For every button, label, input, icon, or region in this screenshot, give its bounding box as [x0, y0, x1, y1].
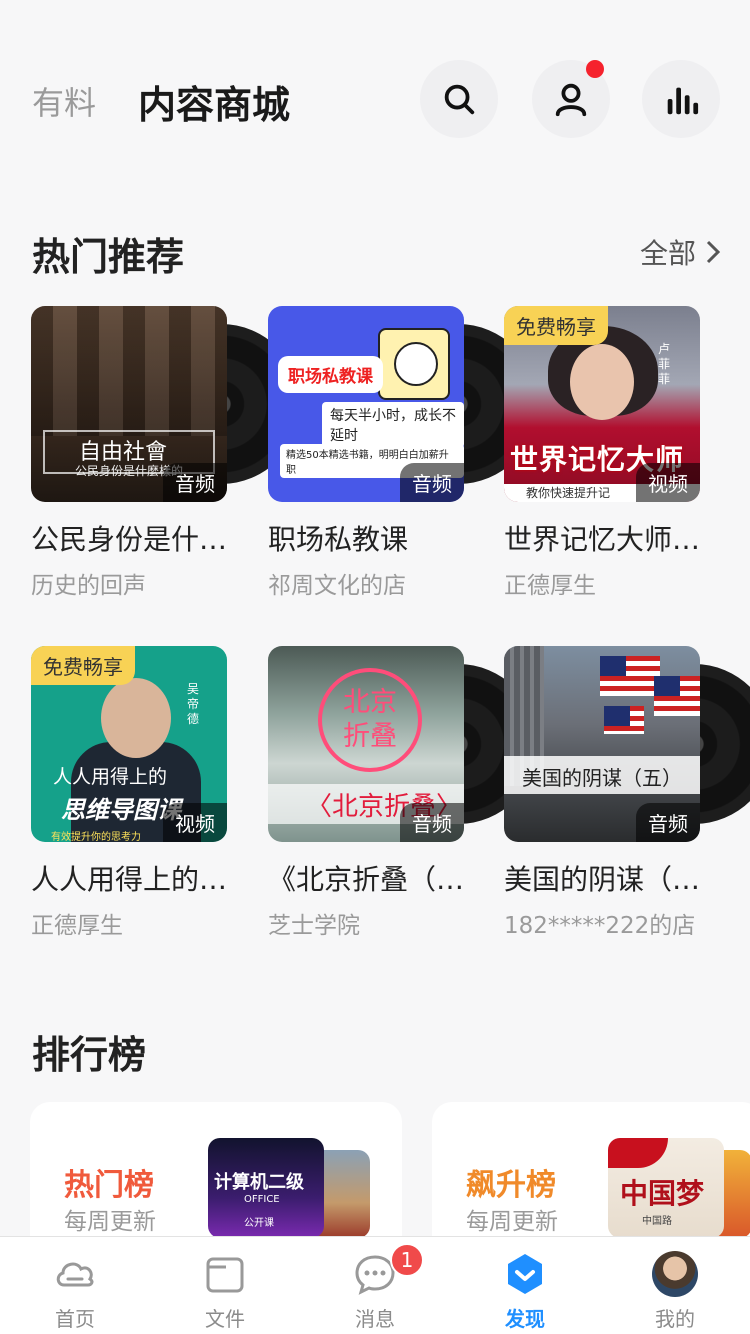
content-card[interactable]: 职场私教课 每天半小时，成长不延时 精选50本精选书籍，明明白白加薪升职 音频 … [268, 306, 538, 600]
chevron-right-icon [706, 240, 721, 264]
content-card[interactable]: 北京折叠 〈北京折叠〉 音频 《北京折叠（… 芝士学院 [268, 646, 538, 940]
content-card[interactable]: 吴帝德 人人用得上的 思维导图课 有效提升你的思考力 免费畅享 视频 人人用得上… [31, 646, 231, 940]
media-type-badge: 音频 [163, 463, 227, 502]
discover-icon [508, 1254, 542, 1294]
media-type-badge: 音频 [400, 463, 464, 502]
cover-image: 吴帝德 人人用得上的 思维导图课 有效提升你的思考力 免费畅享 视频 [31, 646, 227, 842]
bar-chart-icon [667, 87, 699, 115]
section-title-rank: 排行榜 [32, 1033, 147, 1077]
content-card[interactable]: 自由社會 公民身份是什麼樣的 音频 公民身份是什… 历史的回声 [31, 306, 301, 600]
see-all-label: 全部 [639, 237, 696, 270]
rank-subtitle: 每周更新 [64, 1209, 156, 1235]
media-type-badge: 音频 [400, 803, 464, 842]
ranking-button[interactable] [642, 60, 720, 138]
card-title: 人人用得上的… [31, 863, 228, 896]
tab-content-mall[interactable]: 内容商城 [138, 74, 290, 129]
top-header: 有料 内容商城 [0, 60, 750, 144]
card-title: 职场私教课 [268, 523, 409, 556]
tab-youliao[interactable]: 有料 [32, 78, 96, 124]
card-shop: 历史的回声 [31, 573, 146, 599]
card-title: 《北京折叠（… [268, 863, 465, 896]
media-type-badge: 视频 [163, 803, 227, 842]
nav-item-files[interactable]: 文件 [150, 1237, 300, 1334]
cover-image: 美国的阴谋（五） 音频 [504, 646, 700, 842]
rank-title: 热门榜 [64, 1168, 154, 1203]
card-title: 美国的阴谋（… [504, 863, 701, 896]
bottom-nav: 首页 文件 1 消息 发现 我的 [0, 1236, 750, 1334]
cover-image: 职场私教课 每天半小时，成长不延时 精选50本精选书籍，明明白白加薪升职 音频 [268, 306, 464, 502]
cloud-icon [56, 1262, 94, 1287]
see-all-link[interactable]: 全部 [640, 232, 722, 272]
nav-item-home[interactable]: 首页 [0, 1237, 150, 1334]
cover-image: 北京折叠 〈北京折叠〉 音频 [268, 646, 464, 842]
avatar [652, 1251, 698, 1297]
cover-image: 自由社會 公民身份是什麼樣的 音频 [31, 306, 227, 502]
content-card[interactable]: 卢菲菲 世界记忆大师 教你快速提升记 免费畅享 视频 世界记忆大师… 正德厚生 [504, 306, 704, 600]
media-type-badge: 音频 [636, 803, 700, 842]
free-badge: 免费畅享 [504, 306, 608, 345]
cover-image: 卢菲菲 世界记忆大师 教你快速提升记 免费畅享 视频 [504, 306, 700, 502]
section-title-hot: 热门推荐 [32, 235, 185, 279]
search-icon [444, 84, 475, 115]
nav-item-messages[interactable]: 1 消息 [300, 1237, 450, 1334]
folder-icon [206, 1257, 244, 1293]
free-badge: 免费畅享 [31, 646, 135, 685]
notification-dot [586, 60, 604, 78]
rank-cover-front: 计算机二级 OFFICE 公开课 [208, 1138, 324, 1238]
card-shop: 182*****222的店 [504, 913, 696, 939]
content-card[interactable]: 美国的阴谋（五） 音频 美国的阴谋（… 182*****222的店 [504, 646, 750, 940]
card-title: 世界记忆大师… [504, 523, 701, 556]
media-type-badge: 视频 [636, 463, 700, 502]
unread-badge: 1 [390, 1243, 424, 1277]
card-title: 公民身份是什… [31, 523, 228, 556]
card-shop: 正德厚生 [504, 573, 596, 599]
user-icon [555, 83, 587, 117]
card-shop: 祁周文化的店 [268, 573, 406, 599]
rank-subtitle: 每周更新 [466, 1209, 558, 1235]
rank-cover-front: 中国梦 中国路 [608, 1138, 724, 1238]
profile-button[interactable] [532, 60, 610, 138]
nav-item-discover[interactable]: 发现 [450, 1237, 600, 1334]
search-button[interactable] [420, 60, 498, 138]
card-shop: 芝士学院 [268, 913, 360, 939]
card-shop: 正德厚生 [31, 913, 123, 939]
nav-item-me[interactable]: 我的 [600, 1237, 750, 1334]
rank-title: 飙升榜 [466, 1168, 556, 1203]
